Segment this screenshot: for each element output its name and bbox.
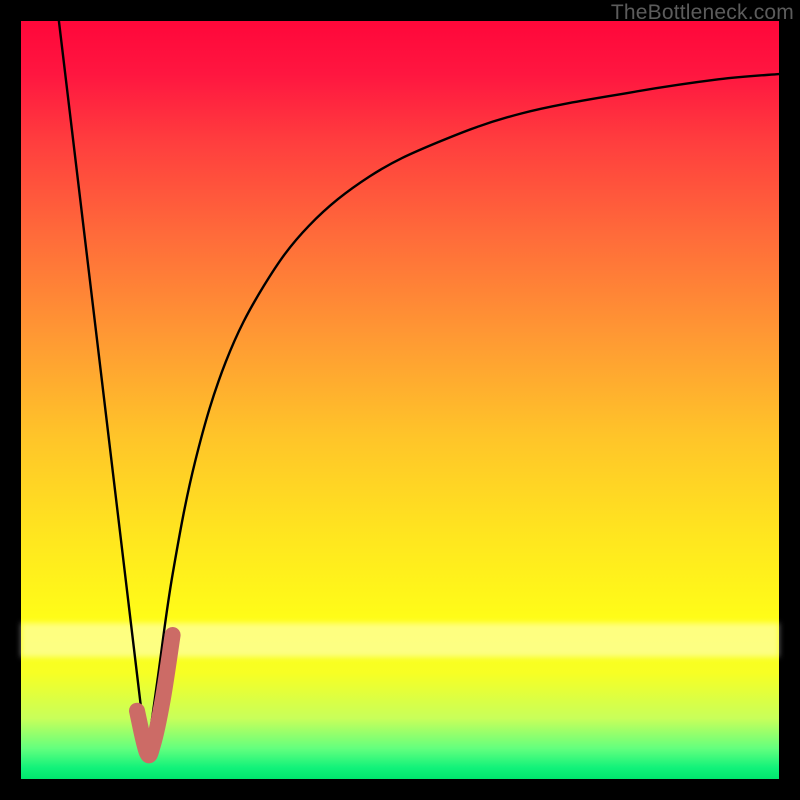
plot-area	[21, 21, 779, 779]
chart-lines	[21, 21, 779, 779]
series-left-slope	[59, 21, 147, 756]
watermark-text: TheBottleneck.com	[611, 1, 794, 25]
series-right-curve	[147, 74, 779, 756]
chart-frame: TheBottleneck.com	[0, 0, 800, 800]
